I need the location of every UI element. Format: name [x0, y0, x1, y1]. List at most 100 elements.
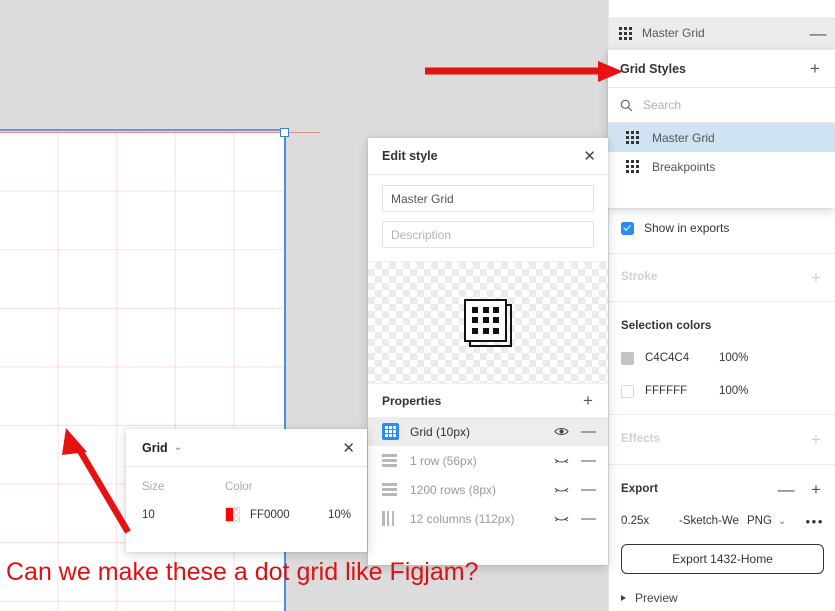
grid-styles-title: Grid Styles: [620, 61, 686, 76]
property-row-1200-rows[interactable]: 1200 rows (8px) —: [368, 475, 608, 504]
export-format[interactable]: PNG: [747, 515, 772, 527]
create-grid-style-button[interactable]: +: [807, 60, 823, 77]
annotation-note: Can we make these a dot grid like Figjam…: [6, 558, 479, 586]
grid-settings-popup: Grid ⌄ ✕ Size Color 10 FF0000 10%: [126, 429, 367, 552]
grid-square-icon: [382, 423, 399, 440]
selection-outline-top: [0, 129, 286, 131]
close-icon[interactable]: ✕: [342, 439, 355, 457]
export-button[interactable]: Export 1432-Home: [621, 544, 824, 574]
add-property-button[interactable]: +: [580, 392, 596, 409]
selection-handle-top-right[interactable]: [280, 128, 289, 137]
style-preview: [368, 261, 608, 384]
preview-row[interactable]: Preview: [609, 591, 835, 605]
grid-style-item-master-grid[interactable]: Master Grid: [608, 123, 835, 152]
grid-style-label: Master Grid: [652, 130, 715, 145]
selection-color-row[interactable]: C4C4C4 100%: [609, 348, 835, 368]
selection-colors-section: Selection colors: [609, 316, 835, 336]
remove-property-button[interactable]: —: [581, 452, 596, 469]
selection-color-row[interactable]: FFFFFF 100%: [609, 381, 835, 401]
effects-section: Effects +: [609, 428, 835, 450]
divider: [609, 301, 835, 302]
grid-popup-column-labels: Size Color: [142, 481, 351, 493]
stroke-title: Stroke: [621, 271, 658, 283]
divider: [609, 414, 835, 415]
grid-dots-icon: [626, 160, 639, 173]
divider: [609, 253, 835, 254]
grid-style-label: Breakpoints: [652, 159, 716, 174]
edit-style-dialog: Edit style ✕ Properties +: [368, 138, 608, 565]
selected-style-header[interactable]: Master Grid —: [609, 17, 835, 49]
property-label: 12 columns (112px): [410, 511, 515, 526]
artboard-top-guide: [0, 132, 320, 133]
edit-style-header: Edit style ✕: [368, 138, 608, 175]
close-icon[interactable]: ✕: [583, 147, 596, 165]
show-in-exports-label: Show in exports: [644, 221, 730, 235]
export-scale[interactable]: 0.25x: [621, 515, 679, 527]
color-hex: C4C4C4: [645, 352, 690, 364]
grid-styles-header: Grid Styles +: [608, 50, 835, 88]
properties-title: Properties: [382, 393, 442, 408]
detach-style-button[interactable]: —: [810, 25, 827, 42]
add-stroke-button[interactable]: +: [808, 269, 824, 286]
preview-label: Preview: [635, 591, 678, 605]
style-name-input[interactable]: [382, 185, 594, 212]
eye-hidden-icon[interactable]: [554, 511, 569, 526]
remove-property-button[interactable]: —: [581, 510, 596, 527]
grid-color-hex[interactable]: FF0000: [250, 509, 290, 521]
add-export-button[interactable]: +: [808, 481, 824, 498]
grid-color-swatch[interactable]: [225, 507, 240, 522]
show-in-exports-checkbox[interactable]: [621, 221, 634, 235]
grid-styles-popup: Grid Styles + Master Grid Break: [608, 50, 835, 208]
export-title: Export: [621, 483, 659, 495]
export-suffix[interactable]: -Sketch-We: [679, 515, 747, 527]
eye-hidden-icon[interactable]: [554, 453, 569, 468]
chevron-down-icon[interactable]: ⌄: [778, 516, 786, 527]
grid-color-opacity[interactable]: 10%: [328, 509, 351, 521]
color-opacity: 100%: [719, 352, 749, 364]
export-settings-row: 0.25x -Sketch-We PNG ⌄ •••: [609, 511, 835, 531]
color-swatch[interactable]: [621, 351, 634, 365]
color-opacity: 100%: [719, 385, 749, 397]
color-swatch[interactable]: [621, 384, 634, 398]
grid-popup-body: Size Color 10 FF0000 10%: [126, 467, 367, 522]
property-label: 1200 rows (8px): [410, 482, 497, 497]
grid-style-item-breakpoints[interactable]: Breakpoints: [608, 152, 835, 181]
search-icon: [620, 99, 633, 111]
size-column-label: Size: [142, 481, 165, 493]
properties-header: Properties +: [368, 384, 608, 417]
columns-icon: [382, 510, 399, 527]
rows-icon: [382, 481, 399, 498]
figma-window: Master Grid — Show in exports Stroke + S…: [0, 0, 835, 611]
remove-export-button[interactable]: —: [778, 481, 795, 498]
stroke-section: Stroke +: [609, 263, 835, 291]
grid-dots-icon: [619, 26, 632, 40]
selected-style-label: Master Grid: [642, 26, 705, 40]
property-row-12-columns[interactable]: 12 columns (112px) —: [368, 504, 608, 533]
remove-property-button[interactable]: —: [581, 481, 596, 498]
eye-visible-icon[interactable]: [554, 424, 569, 439]
color-hex: FFFFFF: [645, 385, 688, 397]
rows-icon: [382, 452, 399, 469]
grid-style-thumbnail-icon: [464, 298, 512, 347]
effects-title: Effects: [621, 433, 661, 445]
divider: [609, 464, 835, 465]
triangle-right-icon: [621, 595, 626, 601]
property-row-1-row[interactable]: 1 row (56px) —: [368, 446, 608, 475]
selection-colors-title: Selection colors: [621, 320, 712, 332]
export-section-header: Export — +: [609, 478, 835, 500]
property-row-grid[interactable]: Grid (10px) —: [368, 417, 608, 446]
remove-property-button[interactable]: —: [581, 423, 596, 440]
style-description-input[interactable]: [382, 221, 594, 248]
grid-type-label[interactable]: Grid: [142, 441, 168, 455]
grid-styles-search-row[interactable]: [608, 88, 835, 123]
export-more-button[interactable]: •••: [806, 514, 824, 529]
color-column-label: Color: [225, 481, 253, 493]
grid-size-input[interactable]: 10: [142, 509, 225, 521]
add-effect-button[interactable]: +: [808, 431, 824, 448]
edit-style-fields: [368, 175, 608, 259]
eye-hidden-icon[interactable]: [554, 482, 569, 497]
search-input[interactable]: [643, 98, 793, 112]
show-in-exports-row[interactable]: Show in exports: [609, 213, 835, 243]
chevron-down-icon[interactable]: ⌄: [174, 442, 182, 453]
property-label: Grid (10px): [410, 424, 471, 439]
